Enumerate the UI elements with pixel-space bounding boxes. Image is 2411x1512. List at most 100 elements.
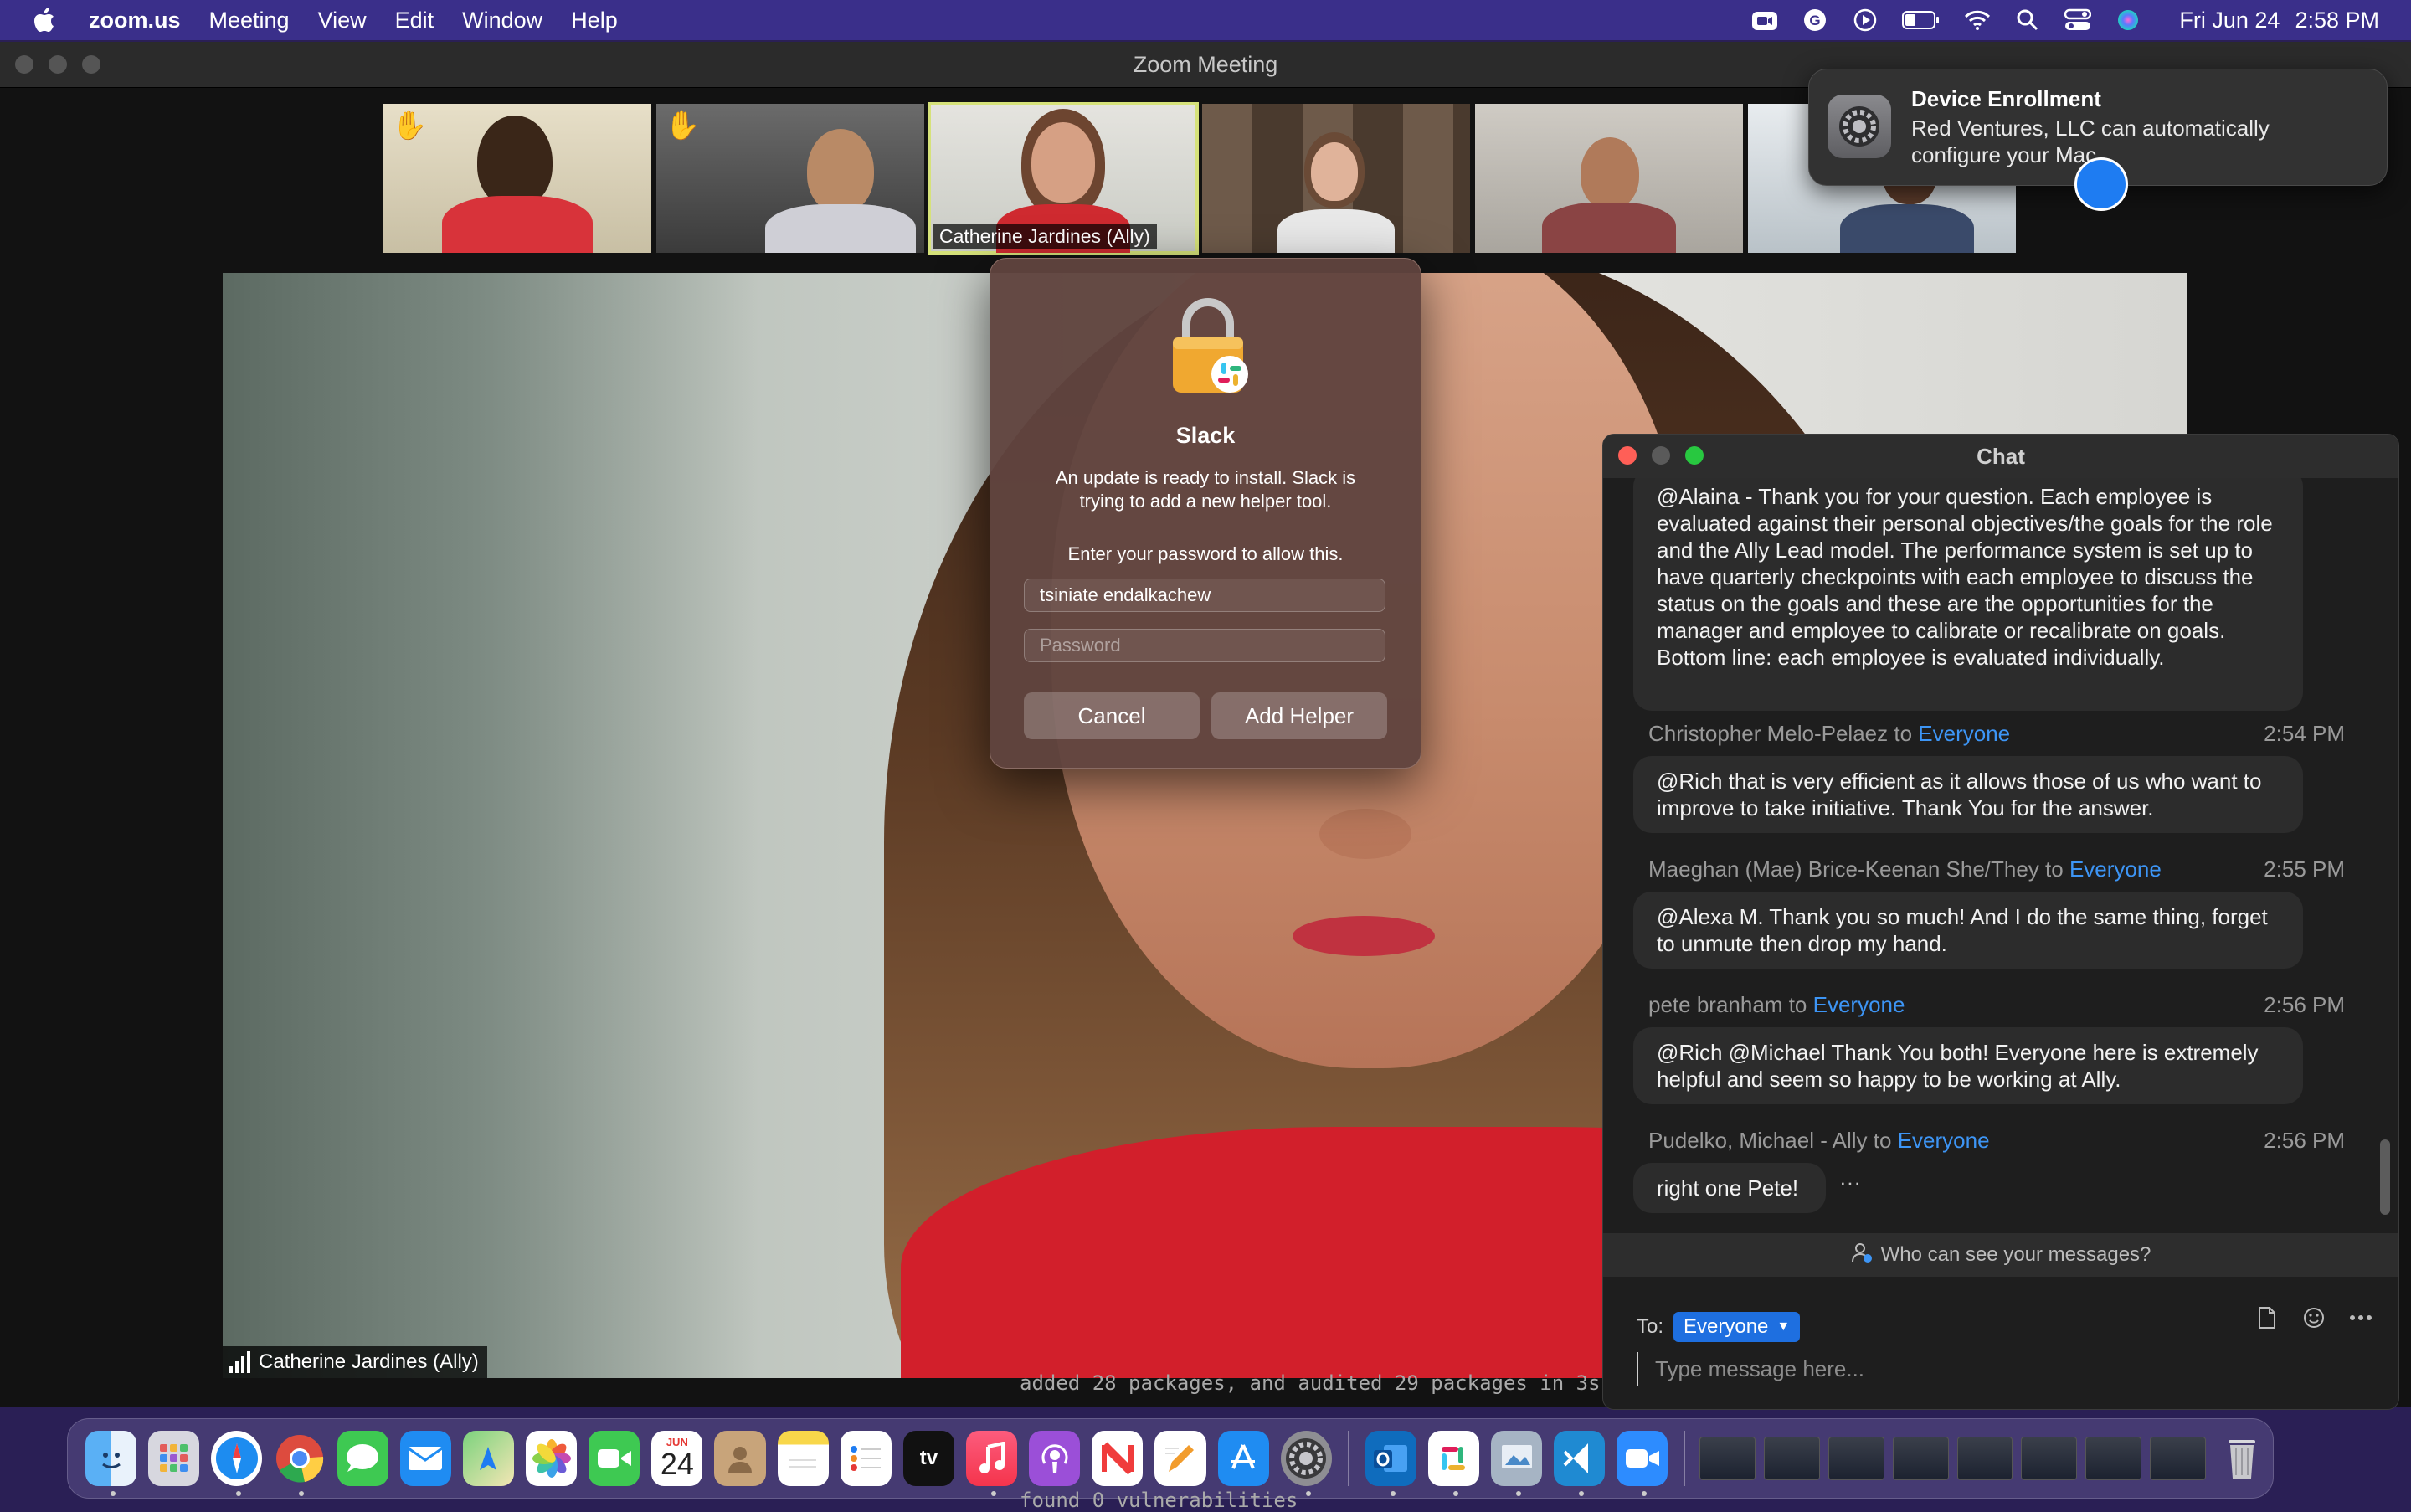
dock-separator: [1684, 1431, 1686, 1486]
calendar-icon[interactable]: JUN 24: [651, 1431, 703, 1486]
control-center-icon[interactable]: [2064, 6, 2092, 34]
minimized-window-thumbnail[interactable]: [1828, 1437, 1884, 1480]
username-field[interactable]: tsiniate endalkachew: [1024, 579, 1385, 612]
menubar-clock[interactable]: Fri Jun 24 2:58 PM: [2164, 8, 2379, 33]
chat-recipient[interactable]: Everyone: [1813, 992, 1905, 1017]
news-icon[interactable]: [1092, 1431, 1144, 1486]
system-preferences-icon[interactable]: [1280, 1431, 1332, 1496]
finder-icon[interactable]: [85, 1431, 137, 1496]
chat-message-header: Christopher Melo-Pelaez to Everyone: [1648, 721, 2010, 747]
app-menu[interactable]: zoom.us: [89, 8, 181, 33]
chat-message-text: @Rich that is very efficient as it allow…: [1657, 769, 2262, 820]
participant-thumbnail-active[interactable]: Catherine Jardines (Ally): [928, 102, 1199, 255]
recipient-value: Everyone: [1684, 1315, 1769, 1338]
chat-to: to: [1894, 721, 1913, 746]
launchpad-icon[interactable]: [148, 1431, 200, 1486]
emoji-icon[interactable]: [2301, 1305, 2326, 1330]
apple-tv-icon[interactable]: tv: [902, 1431, 954, 1486]
chat-to: to: [1873, 1128, 1892, 1153]
reminders-icon[interactable]: [840, 1431, 892, 1486]
dock: JUN 24 tv: [67, 1418, 2274, 1499]
message-more-options-button[interactable]: ···: [1839, 1170, 1861, 1196]
chat-recipient[interactable]: Everyone: [2069, 856, 2162, 882]
siri-icon[interactable]: [2114, 6, 2142, 34]
chat-message-input[interactable]: Type message here...: [1637, 1352, 2357, 1386]
maps-icon[interactable]: [462, 1431, 514, 1486]
participant-thumbnail[interactable]: ✋: [383, 104, 651, 253]
spotlight-search-icon[interactable]: [2013, 6, 2042, 34]
contacts-icon[interactable]: [714, 1431, 766, 1486]
app-store-icon[interactable]: [1217, 1431, 1269, 1486]
menubar-time: 2:58 PM: [2295, 7, 2379, 33]
podcasts-icon[interactable]: [1029, 1431, 1081, 1486]
zoom-share-badge-icon[interactable]: [2074, 157, 2128, 211]
wifi-icon[interactable]: [1963, 6, 1992, 34]
facetime-icon[interactable]: [589, 1431, 640, 1486]
minimized-window-thumbnail[interactable]: [2150, 1437, 2206, 1480]
pages-icon[interactable]: [1154, 1431, 1206, 1486]
zoom-status-icon[interactable]: [1750, 6, 1779, 34]
minimized-window-thumbnail[interactable]: [2021, 1437, 2078, 1480]
window-controls: [15, 55, 100, 74]
participant-thumbnail[interactable]: [1475, 104, 1743, 253]
chat-recipient[interactable]: Everyone: [1898, 1128, 1990, 1153]
participant-thumbnail[interactable]: ✋: [656, 104, 924, 253]
outlook-icon[interactable]: [1365, 1431, 1416, 1496]
chat-zoom-button[interactable]: [1685, 446, 1704, 465]
cancel-button[interactable]: Cancel: [1024, 692, 1200, 739]
menubar-date: Fri Jun 24: [2179, 7, 2280, 33]
chat-recipient[interactable]: Everyone: [1918, 721, 2010, 746]
battery-icon[interactable]: [1901, 6, 1941, 34]
trash-icon[interactable]: [2216, 1431, 2267, 1486]
slack-icon[interactable]: [1427, 1431, 1479, 1496]
grammarly-icon[interactable]: G: [1801, 6, 1829, 34]
file-icon[interactable]: [2254, 1305, 2280, 1330]
participant-name: Catherine Jardines (Ally): [933, 224, 1157, 249]
menu-edit[interactable]: Edit: [395, 8, 434, 33]
minimized-window-thumbnail[interactable]: [1699, 1437, 1756, 1480]
more-options-icon[interactable]: [2348, 1305, 2373, 1330]
zoom-window-button[interactable]: [82, 55, 100, 74]
minimized-window-thumbnail[interactable]: [2085, 1437, 2142, 1480]
background-terminal-line: added 28 packages, and audited 29 packag…: [1020, 1371, 1601, 1395]
music-icon[interactable]: [965, 1431, 1018, 1496]
chevron-down-icon: ▼: [1776, 1319, 1791, 1334]
active-speaker-label: Catherine Jardines (Ally): [223, 1346, 487, 1378]
mail-icon[interactable]: [399, 1431, 451, 1486]
chat-message-header: Maeghan (Mae) Brice-Keenan She/They to E…: [1648, 856, 2162, 882]
menu-view[interactable]: View: [318, 8, 367, 33]
close-window-button[interactable]: [15, 55, 33, 74]
zoom-app-icon[interactable]: [1617, 1431, 1668, 1496]
window-title: Zoom Meeting: [1133, 51, 1278, 77]
chat-message-text: right one Pete!: [1657, 1175, 1799, 1201]
safari-icon[interactable]: [211, 1431, 263, 1496]
play-circle-icon[interactable]: [1851, 6, 1879, 34]
menu-help[interactable]: Help: [571, 8, 618, 33]
raised-hand-icon: ✋: [392, 110, 428, 141]
minimized-window-thumbnail[interactable]: [1956, 1437, 2013, 1480]
password-field[interactable]: Password: [1024, 629, 1385, 662]
preview-icon[interactable]: [1490, 1431, 1543, 1496]
minimized-window-thumbnail[interactable]: [1892, 1437, 1949, 1480]
chat-scrollbar[interactable]: [2380, 1139, 2390, 1215]
vscode-icon[interactable]: [1554, 1431, 1606, 1496]
chat-message-list[interactable]: @Alaina - Thank you for your question. E…: [1603, 478, 2398, 1282]
menu-window[interactable]: Window: [462, 8, 542, 33]
who-can-see-label: Who can see your messages?: [1880, 1243, 2151, 1266]
participant-thumbnail[interactable]: [1202, 104, 1470, 253]
who-can-see-messages[interactable]: Who can see your messages?: [1603, 1233, 2398, 1277]
messages-icon[interactable]: [337, 1431, 388, 1486]
menu-meeting[interactable]: Meeting: [209, 8, 290, 33]
notes-icon[interactable]: [777, 1431, 829, 1486]
person-privacy-icon: [1851, 1242, 1873, 1269]
minimized-window-thumbnail[interactable]: [1764, 1437, 1820, 1480]
recipient-dropdown[interactable]: Everyone ▼: [1673, 1312, 1801, 1342]
add-helper-button[interactable]: Add Helper: [1211, 692, 1387, 739]
chrome-icon[interactable]: [274, 1431, 325, 1496]
minimize-window-button[interactable]: [49, 55, 67, 74]
apple-menu-icon[interactable]: [30, 6, 59, 34]
photos-icon[interactable]: [525, 1431, 578, 1486]
chat-minimize-button[interactable]: [1652, 446, 1670, 465]
chat-close-button[interactable]: [1618, 446, 1637, 465]
chat-message-text: @Rich @Michael Thank You both! Everyone …: [1657, 1040, 2259, 1092]
